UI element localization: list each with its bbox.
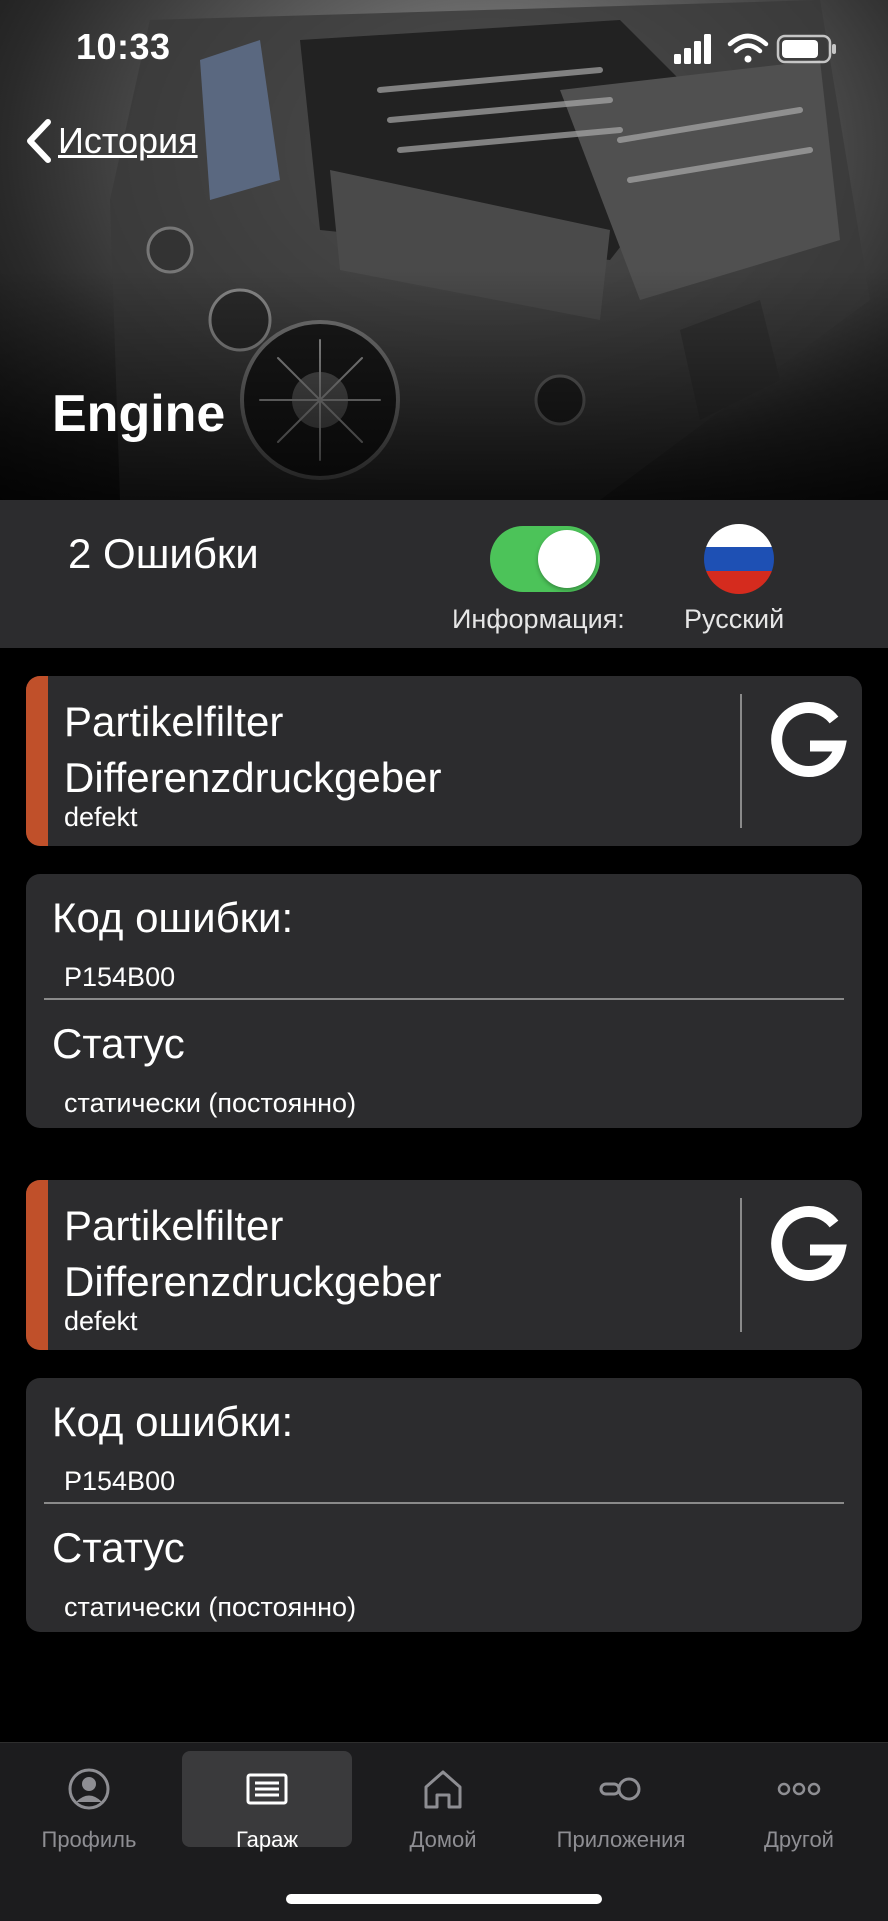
tab-garage[interactable]: Гараж — [182, 1751, 352, 1852]
fault-subtitle: defekt — [64, 1306, 138, 1336]
garage-icon — [246, 1773, 288, 1805]
google-search-icon[interactable] — [764, 698, 852, 786]
home-indicator[interactable] — [286, 1894, 602, 1904]
status-label: Статус — [52, 1020, 185, 1067]
info-toggle[interactable] — [490, 526, 600, 592]
russia-flag-icon[interactable] — [704, 524, 774, 594]
tab-label: Профиль — [41, 1827, 137, 1852]
fault-card[interactable]: Partikelfilter Differenzdruckgeber defek… — [26, 1180, 862, 1350]
cellular-signal-icon — [674, 34, 711, 64]
tab-profile[interactable]: Профиль — [4, 1751, 174, 1852]
apps-icon — [599, 1777, 641, 1801]
tab-label: Приложения — [556, 1827, 686, 1852]
error-count: 2 Ошибки — [68, 530, 259, 577]
profile-icon — [68, 1768, 110, 1810]
status-label: Статус — [52, 1524, 185, 1571]
back-button[interactable]: История — [24, 116, 198, 166]
divider — [44, 998, 844, 1000]
divider — [740, 1198, 742, 1332]
google-search-icon[interactable] — [764, 1202, 852, 1290]
fault-code: P154B00 — [64, 962, 176, 992]
fault-subtitle: defekt — [64, 802, 138, 832]
status-time: 10:33 — [76, 26, 171, 67]
status-icons — [674, 33, 836, 64]
fault-card[interactable]: Partikelfilter Differenzdruckgeber defek… — [26, 676, 862, 846]
code-label: Код ошибки: — [52, 894, 294, 941]
fault-detail-card: Код ошибки: P154B00 Статус статически (п… — [26, 874, 862, 1128]
home-icon — [424, 1770, 462, 1809]
divider — [740, 694, 742, 828]
severity-accent — [26, 676, 48, 846]
language-label: Русский — [684, 604, 785, 634]
code-label: Код ошибки: — [52, 1398, 294, 1445]
toggle-knob — [538, 530, 596, 588]
fault-status: статически (постоянно) — [64, 1592, 357, 1622]
fault-detail-card: Код ошибки: P154B00 Статус статически (п… — [26, 1378, 862, 1632]
tab-more[interactable]: Другой — [714, 1751, 884, 1852]
fault-status: статически (постоянно) — [64, 1088, 357, 1118]
tab-label: Гараж — [235, 1827, 299, 1852]
wifi-icon — [727, 33, 769, 63]
divider — [44, 1502, 844, 1504]
fault-title: Partikelfilter Differenzdruckgeber — [64, 1202, 442, 1305]
fault-code: P154B00 — [64, 1466, 176, 1496]
page-title: Engine — [52, 385, 226, 443]
tab-label: Другой — [764, 1827, 834, 1852]
toggle-label: Информация: — [452, 604, 625, 634]
tab-label: Домой — [409, 1827, 477, 1852]
chevron-left-icon — [27, 119, 51, 163]
severity-accent — [26, 1180, 48, 1350]
battery-icon — [776, 34, 836, 64]
back-label: История — [58, 120, 198, 161]
tab-home[interactable]: Домой — [358, 1751, 528, 1852]
fault-title: Partikelfilter Differenzdruckgeber — [64, 698, 442, 801]
tab-apps[interactable]: Приложения — [536, 1751, 706, 1852]
more-icon — [777, 1782, 821, 1796]
